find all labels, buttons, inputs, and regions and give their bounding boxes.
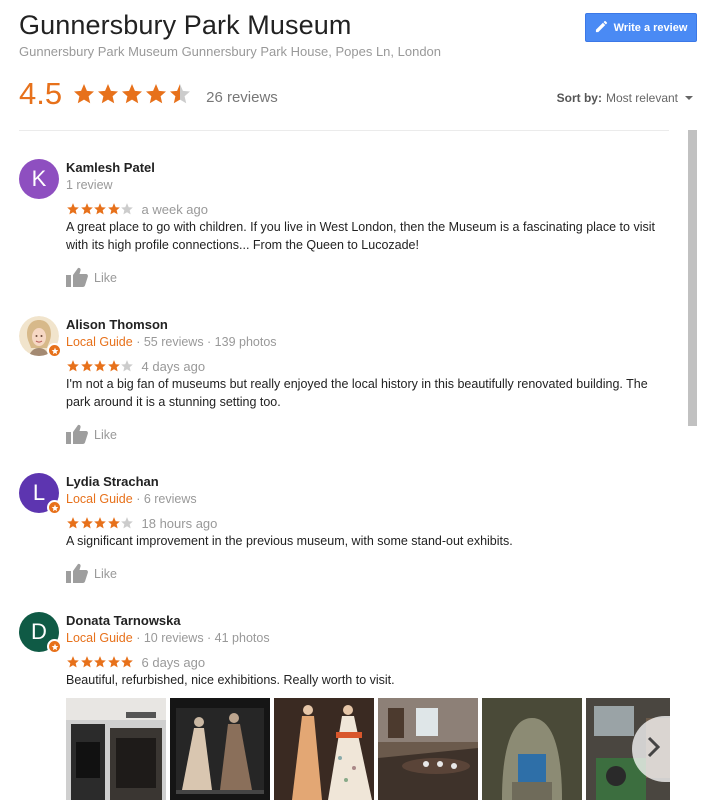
star-icon — [120, 202, 134, 216]
review-count[interactable]: 26 reviews — [206, 89, 278, 106]
photo-fireplace-room — [66, 698, 166, 800]
photo-dress-display — [170, 698, 270, 800]
avatar[interactable]: K — [19, 159, 59, 199]
like-button[interactable]: Like — [66, 563, 669, 586]
star-icon — [80, 655, 94, 669]
thumbs-up-icon — [66, 424, 88, 447]
photo-grotto — [482, 698, 582, 800]
place-address: Gunnersbury Park Museum Gunnersbury Park… — [19, 44, 442, 59]
rating-value: 4.5 — [19, 76, 63, 111]
star-icon — [66, 202, 80, 216]
avatar-initial: K — [31, 166, 47, 191]
like-button[interactable]: Like — [66, 267, 669, 290]
reviewer-stats: 1 review — [66, 178, 113, 192]
star-icon — [66, 516, 80, 530]
star-icon — [66, 359, 80, 373]
avatar[interactable]: L — [19, 473, 62, 515]
avatar[interactable] — [19, 316, 62, 358]
photo-mannequin-dresses — [274, 698, 374, 800]
star-icon — [72, 82, 96, 106]
star-icon — [107, 655, 121, 669]
review-photo[interactable] — [170, 698, 270, 800]
place-title: Gunnersbury Park Museum — [19, 10, 352, 40]
reviewer-stats: · 6 reviews — [132, 492, 197, 506]
review-photo[interactable] — [378, 698, 478, 800]
review-photo[interactable] — [482, 698, 582, 800]
star-icon — [96, 82, 120, 106]
star-icon — [107, 202, 121, 216]
local-guide-badge-icon — [47, 500, 62, 515]
review-stars — [66, 202, 134, 216]
review-text: A great place to go with children. If yo… — [66, 220, 655, 252]
caret-down-icon — [685, 96, 693, 100]
star-icon — [80, 202, 94, 216]
like-label: Like — [94, 271, 117, 285]
review-photo[interactable] — [66, 698, 166, 800]
review-date: 18 hours ago — [141, 515, 218, 531]
review-photos — [66, 698, 670, 800]
review-stars — [66, 359, 134, 373]
local-guide-label: Local Guide — [66, 631, 133, 645]
local-guide-badge-icon — [47, 343, 62, 358]
review-stars — [66, 655, 134, 669]
thumbs-up-icon — [66, 563, 88, 586]
reviewer-name[interactable]: Alison Thomson — [66, 316, 669, 333]
review-photo[interactable] — [274, 698, 374, 800]
photo-dining-room — [378, 698, 478, 800]
write-review-button[interactable]: Write a review — [585, 13, 697, 42]
chevron-right-icon — [646, 736, 661, 763]
reviewer-name[interactable]: Donata Tarnowska — [66, 612, 669, 629]
star-icon — [120, 655, 134, 669]
star-icon — [168, 82, 192, 106]
rating-summary: 4.5 26 reviews — [19, 76, 278, 112]
star-icon — [93, 516, 107, 530]
like-label: Like — [94, 428, 117, 442]
reviewer-meta: 1 review — [66, 177, 669, 194]
review-date: a week ago — [141, 201, 209, 217]
reviewer-stats: · 55 reviews · 139 photos — [132, 335, 277, 349]
review-text: A significant improvement in the previou… — [66, 534, 513, 548]
sort-label: Sort by: — [556, 91, 602, 105]
reviewer-name[interactable]: Lydia Strachan — [66, 473, 669, 490]
reviewer-meta: Local Guide · 10 reviews · 41 photos — [66, 630, 669, 647]
star-icon — [80, 516, 94, 530]
like-button[interactable]: Like — [66, 424, 669, 447]
reviewer-meta: Local Guide · 55 reviews · 139 photos — [66, 334, 669, 351]
avatar[interactable]: D — [19, 612, 62, 654]
star-icon — [120, 82, 144, 106]
star-icon — [107, 516, 121, 530]
star-icon — [93, 359, 107, 373]
avatar-initial: L — [32, 480, 46, 505]
reviewer-name[interactable]: Kamlesh Patel — [66, 159, 669, 176]
review-stars — [66, 516, 134, 530]
review-text: I'm not a big fan of museums but really … — [66, 377, 648, 409]
review-date: 6 days ago — [141, 654, 206, 670]
review-date: 4 days ago — [141, 358, 206, 374]
star-icon — [80, 359, 94, 373]
local-guide-label: Local Guide — [66, 492, 133, 506]
sort-value: Most relevant — [605, 91, 678, 105]
divider — [19, 130, 669, 131]
write-review-label: Write a review — [613, 21, 688, 34]
pencil-icon — [595, 20, 608, 36]
star-icon — [107, 359, 121, 373]
local-guide-badge-icon — [47, 639, 62, 654]
rating-stars — [72, 82, 192, 106]
like-label: Like — [94, 567, 117, 581]
avatar-initial: D — [31, 619, 47, 644]
sort-dropdown[interactable]: Sort by: Most relevant — [557, 91, 693, 105]
thumbs-up-icon — [66, 267, 88, 290]
star-icon — [144, 82, 168, 106]
local-guide-label: Local Guide — [66, 335, 133, 349]
star-icon — [120, 359, 134, 373]
star-icon — [120, 516, 134, 530]
scrollbar-thumb[interactable] — [688, 130, 697, 426]
star-icon — [93, 202, 107, 216]
star-icon — [93, 655, 107, 669]
reviewer-meta: Local Guide · 6 reviews — [66, 491, 669, 508]
star-icon — [66, 655, 80, 669]
review-text: Beautiful, refurbished, nice exhibitions… — [66, 673, 395, 687]
reviewer-stats: · 10 reviews · 41 photos — [132, 631, 270, 645]
